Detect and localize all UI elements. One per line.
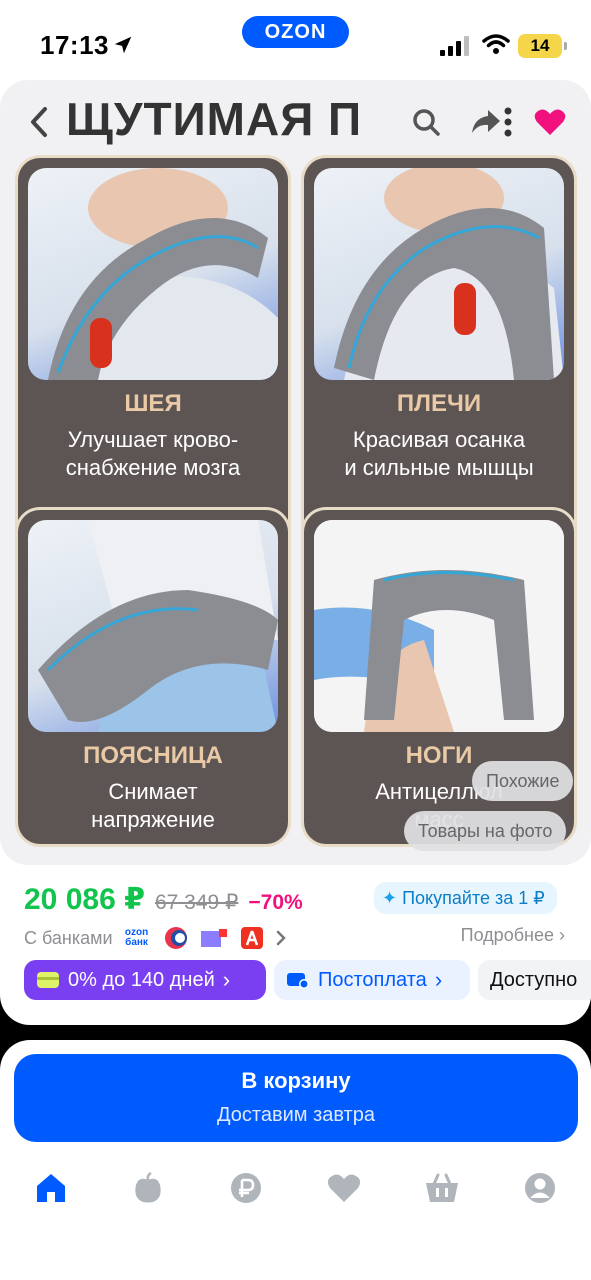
legs-massager-photo xyxy=(314,520,564,732)
chevron-right-icon xyxy=(276,930,286,946)
price-row: 20 086 ₽ 67 349 ₽ −70% xyxy=(24,882,303,918)
tile-desc-line1: Снимает xyxy=(108,779,198,804)
old-price: 67 349 ₽ xyxy=(154,891,239,914)
discount-badge: −70% xyxy=(248,891,303,914)
add-to-cart-button[interactable]: В корзину Доставим завтра xyxy=(14,1054,578,1142)
search-icon xyxy=(413,109,440,136)
buy-for-one-ruble-chip[interactable]: ✦ Покупайте за 1 ₽ xyxy=(374,882,557,914)
installment-chip[interactable]: 0% до 140 дней › xyxy=(24,960,266,1000)
current-price: 20 086 ₽ xyxy=(24,883,145,916)
available-label: Доступно xyxy=(490,969,578,991)
more-button[interactable] xyxy=(496,100,520,144)
tile-title: ПОЯСНИЦА xyxy=(83,742,223,769)
bottom-nav xyxy=(0,1166,591,1210)
alfa-bank-logo-icon xyxy=(240,927,263,949)
apple-icon xyxy=(135,1172,161,1203)
installment-label: 0% до 140 дней xyxy=(68,969,215,991)
ozon-brand-pill[interactable]: OZON xyxy=(242,16,349,48)
nav-cart[interactable] xyxy=(420,1166,464,1210)
nav-favorites[interactable] xyxy=(322,1166,366,1210)
chevron-right-icon: › xyxy=(222,967,231,992)
profile-icon xyxy=(525,1173,555,1203)
postpay-chip[interactable]: Постоплата › xyxy=(274,960,470,1000)
back-button[interactable] xyxy=(22,102,56,142)
nav-finance[interactable] xyxy=(224,1166,268,1210)
gallery-actions xyxy=(400,100,580,144)
postpay-card-icon xyxy=(287,973,309,989)
similar-button[interactable]: Похожие xyxy=(472,761,574,801)
battery-indicator: 14 xyxy=(518,34,567,58)
feature-tile-lower-back: ПОЯСНИЦА Снимает напряжение xyxy=(18,510,288,844)
ruble-icon xyxy=(231,1173,261,1203)
lower-back-massager-photo xyxy=(28,520,278,732)
photo-items-button[interactable]: Товары на фото xyxy=(404,811,567,851)
tile-title: ПЛЕЧИ xyxy=(396,390,482,417)
banner-title: ЩУТИМАЯ П xyxy=(66,93,363,145)
details-label: Подробнее xyxy=(460,925,554,945)
favorite-button[interactable] xyxy=(528,100,572,144)
bottom-panel: В корзину Доставим завтра xyxy=(0,1040,591,1280)
chevron-right-icon: › xyxy=(559,925,565,945)
tile-desc-line1: Красивая осанка xyxy=(352,427,526,452)
nav-home[interactable] xyxy=(29,1166,73,1210)
location-arrow-icon xyxy=(114,36,132,54)
buy-for-label: Покупайте за 1 ₽ xyxy=(402,888,545,908)
more-vertical-icon xyxy=(504,107,512,137)
tile-title: ШЕЯ xyxy=(124,390,182,417)
ozon-bank-logo: ozon банк xyxy=(121,925,153,951)
tile-desc-line2: снабжение мозга xyxy=(65,455,241,480)
payment-chips: 0% до 140 дней › Постоплата › Доступно xyxy=(24,960,591,1000)
ozon-bank-line2: банк xyxy=(125,937,148,948)
signal-icon xyxy=(440,36,469,56)
product-card: ЩУТИМАЯ П ШЕЯ Улучшает крово- снабжение … xyxy=(0,80,591,1025)
tile-desc-line1: Улучшает крово- xyxy=(67,427,239,452)
yandex-bank-logo-icon xyxy=(200,929,227,947)
delivery-label: Доставим завтра xyxy=(217,1104,375,1126)
postpay-label: Постоплата xyxy=(318,969,427,991)
sparkle-icon: ✦ xyxy=(382,888,398,908)
home-icon xyxy=(37,1174,65,1202)
tile-desc-line2: и сильные мышцы xyxy=(344,455,534,480)
basket-icon xyxy=(426,1173,458,1202)
chevron-right-icon: › xyxy=(434,967,443,992)
add-to-cart-label: В корзину xyxy=(241,1068,351,1093)
details-link[interactable]: Подробнее › xyxy=(461,925,565,946)
app-screen: 17:13 OZON 14 ЩУТИМАЯ П ШЕЯ Улучшает кро… xyxy=(0,0,591,1280)
card-icon xyxy=(37,972,59,988)
status-time: 17:13 xyxy=(40,30,109,60)
available-chip[interactable]: Доступно xyxy=(478,960,591,1000)
tile-desc-line2: напряжение xyxy=(91,807,215,832)
wifi-icon xyxy=(482,34,510,54)
neck-massager-photo xyxy=(28,168,278,380)
heart-icon xyxy=(534,109,566,135)
chevron-left-icon xyxy=(31,107,47,137)
status-bar: 17:13 OZON 14 xyxy=(0,0,591,80)
banks-label: С банками xyxy=(24,927,113,948)
search-button[interactable] xyxy=(404,100,448,144)
sber-bank-logo-icon xyxy=(164,927,187,949)
heart-icon xyxy=(327,1174,361,1202)
banks-row[interactable]: С банками ozon банк xyxy=(24,923,287,953)
nav-profile[interactable] xyxy=(518,1166,562,1210)
product-gallery[interactable]: ЩУТИМАЯ П ШЕЯ Улучшает крово- снабжение … xyxy=(0,80,591,865)
shoulders-massager-photo xyxy=(314,168,564,380)
nav-fresh[interactable] xyxy=(126,1166,170,1210)
